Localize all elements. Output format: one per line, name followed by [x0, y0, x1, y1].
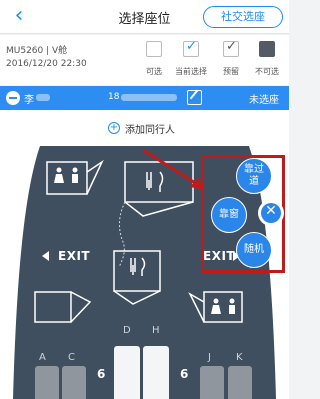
passenger-row[interactable]: 李 18 未选座: [0, 86, 289, 110]
random-seat-button[interactable]: 随机: [236, 232, 272, 268]
masked-name: [36, 94, 50, 101]
edit-icon[interactable]: [187, 90, 202, 105]
legend-unavailable: 不可选: [248, 41, 286, 77]
exit-label-left: EXIT: [58, 249, 91, 263]
flight-number: MU5260 | V舱: [6, 46, 68, 56]
column-label-h: H: [152, 325, 160, 336]
plus-circle-icon: +: [108, 122, 120, 134]
column-label-d: D: [123, 325, 131, 336]
social-seat-button[interactable]: 社交选座: [203, 6, 283, 28]
aisle-seat-label: 靠过道: [244, 164, 264, 187]
column-label-c: C: [68, 352, 75, 363]
legend-reserved: 预留: [212, 39, 250, 77]
row-number-right: 6: [180, 367, 189, 381]
add-companion-row[interactable]: + 添加同行人: [0, 110, 289, 144]
remove-passenger-icon[interactable]: [6, 91, 20, 105]
seat-status: 未选座: [249, 95, 279, 106]
add-companion-label: 添加同行人: [125, 125, 175, 136]
seat-available-icon: [146, 41, 162, 57]
seat-6H: [143, 346, 169, 399]
passenger-id: 18: [108, 92, 120, 102]
seat-reserved-icon: [223, 39, 239, 57]
seat-6J: [200, 366, 224, 399]
nav-bar: ‹ 选择座位 社交选座: [0, 0, 289, 34]
flight-info: MU5260 | V舱 2016/12/20 22:30 可选 当前选择 预留 …: [0, 35, 289, 85]
seat-6D: [114, 346, 140, 399]
legend-current: 当前选择: [172, 39, 210, 77]
column-label-j: J: [208, 352, 211, 363]
window-seat-button[interactable]: 靠窗: [211, 197, 247, 233]
seat-unavailable-icon: [259, 41, 275, 57]
seat-6C: [62, 366, 86, 399]
aisle-seat-button[interactable]: 靠过道: [236, 158, 272, 194]
seat-6K: [228, 366, 252, 399]
flight-datetime: 2016/12/20 22:30: [6, 59, 87, 69]
column-label-a: A: [39, 352, 46, 363]
close-icon[interactable]: ✕: [258, 200, 284, 226]
seat-current-icon: [183, 39, 199, 57]
legend-available: 可选: [135, 41, 173, 77]
seat-6A: [35, 366, 59, 399]
masked-id: [121, 94, 177, 101]
column-label-k: K: [236, 352, 243, 363]
passenger-name: 李: [24, 95, 34, 106]
row-number-left: 6: [97, 367, 106, 381]
